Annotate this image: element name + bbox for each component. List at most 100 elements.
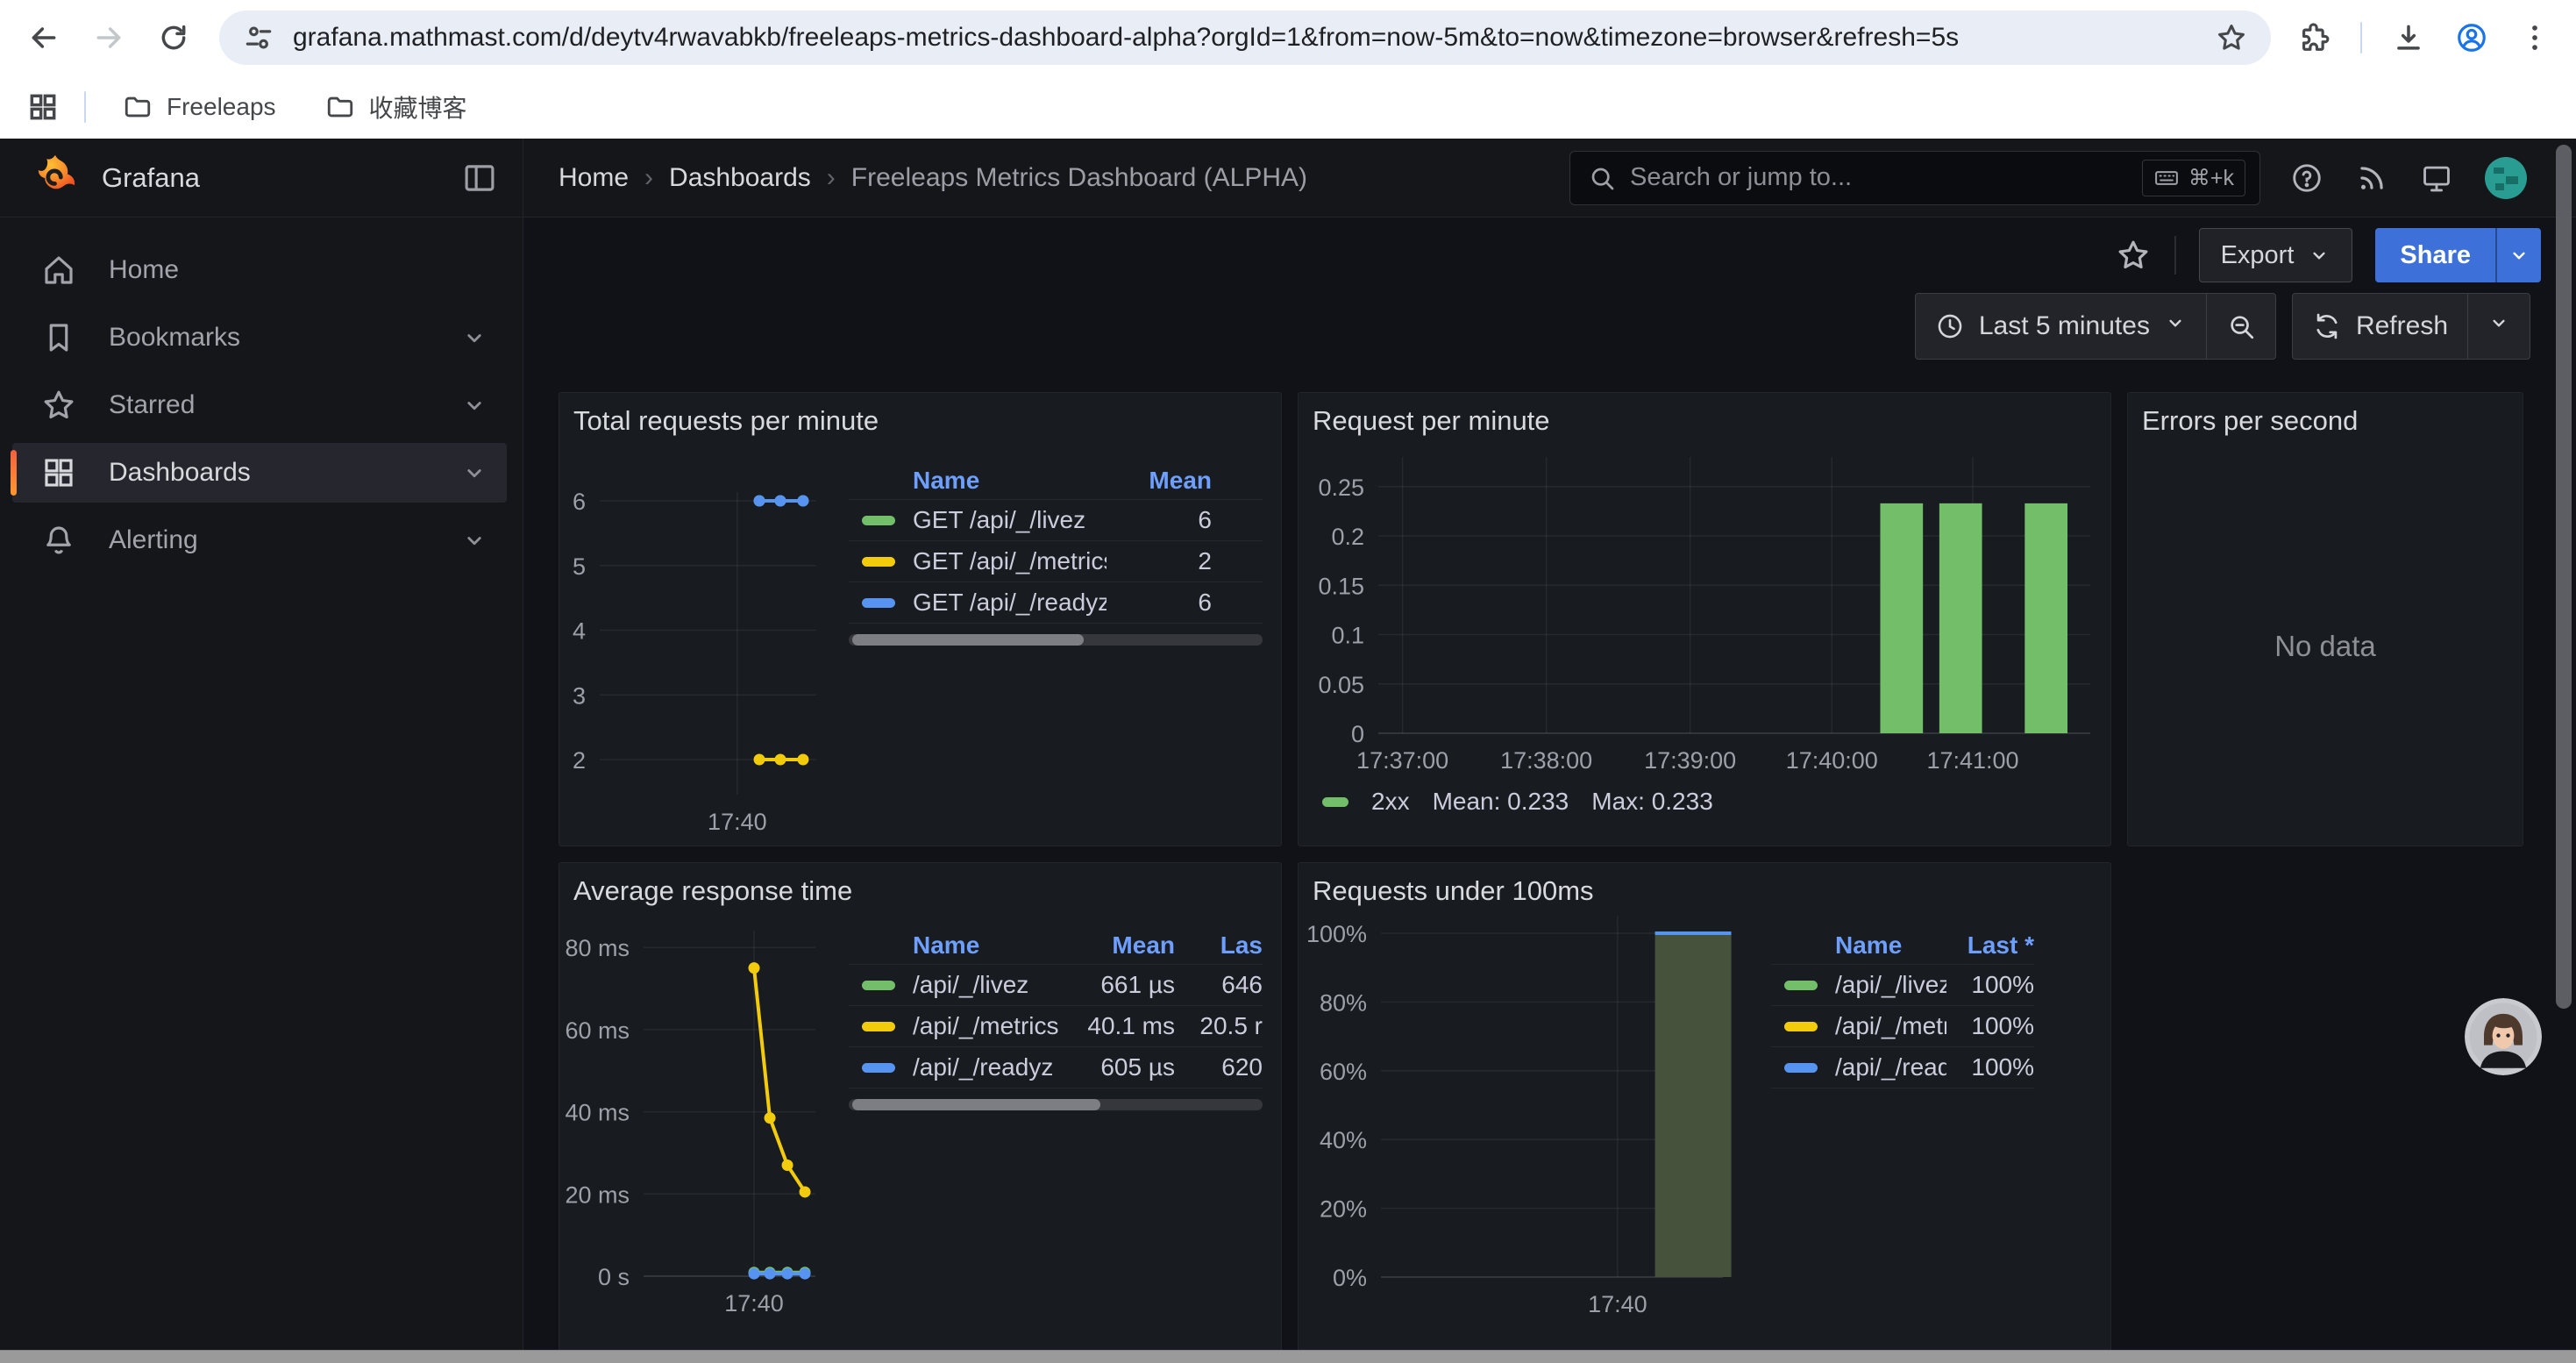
svg-text:20%: 20% — [1320, 1196, 1367, 1223]
sidebar: Grafana Home Bookmarks Starred — [0, 139, 523, 1363]
zoom-out-button[interactable] — [2206, 294, 2275, 359]
apps-grid-icon[interactable] — [26, 90, 60, 124]
svg-text:5: 5 — [573, 553, 586, 580]
profile-icon[interactable] — [2455, 21, 2488, 54]
page-scrollbar[interactable] — [2556, 145, 2572, 1009]
site-info-icon[interactable] — [242, 21, 275, 54]
svg-text:17:40:00: 17:40:00 — [1786, 747, 1878, 774]
bookmark-icon — [40, 319, 77, 356]
reload-icon[interactable] — [154, 18, 193, 57]
table-row[interactable]: /api/_/livez 661 µs 646 — [849, 965, 1263, 1006]
table-row[interactable]: /api/_/readyz 100% — [1771, 1047, 2034, 1088]
bookmark-folder-blogs[interactable]: 收藏博客 — [313, 82, 480, 132]
refresh-group: Refresh — [2292, 293, 2530, 360]
sidebar-item-starred[interactable]: Starred — [12, 375, 507, 435]
top-navbar: Home › Dashboards › Freeleaps Metrics Da… — [523, 139, 2576, 218]
bookmark-star-icon[interactable] — [2215, 21, 2248, 54]
col-header-last[interactable]: Last * — [1946, 931, 2034, 960]
rss-icon[interactable] — [2355, 161, 2388, 195]
search-input[interactable] — [1630, 163, 2128, 192]
col-header-name[interactable]: Name — [913, 467, 1107, 495]
forward-icon — [89, 18, 128, 57]
window-bottom-scrollbar[interactable] — [0, 1350, 2576, 1363]
table-row[interactable]: /api/_/metrics 40.1 ms 20.5 r — [849, 1006, 1263, 1047]
panel-request-per-minute[interactable]: Request per minute 00.050.10.150.20.2517… — [1298, 392, 2111, 846]
user-avatar[interactable] — [2485, 157, 2527, 199]
dashboards-icon — [40, 454, 77, 491]
series-swatch — [862, 557, 895, 567]
svg-text:17:40: 17:40 — [1588, 1291, 1647, 1317]
panel-total-requests[interactable]: Total requests per minute 6543217:40 Nam… — [559, 392, 1282, 846]
breadcrumb-current: Freeleaps Metrics Dashboard (ALPHA) — [851, 163, 1307, 193]
menu-kebab-icon[interactable] — [2518, 21, 2551, 54]
svg-text:100%: 100% — [1306, 921, 1367, 947]
share-split-button: Share — [2375, 228, 2541, 282]
table-row[interactable]: /api/_/metrics 100% — [1771, 1006, 2034, 1047]
main-area: Home › Dashboards › Freeleaps Metrics Da… — [523, 139, 2576, 1363]
table-row[interactable]: GET /api/_/readyz 6 — [849, 582, 1263, 624]
back-icon[interactable] — [25, 18, 63, 57]
table-row[interactable]: GET /api/_/metrics 2 — [849, 541, 1263, 582]
sidebar-item-alerting[interactable]: Alerting — [12, 510, 507, 570]
svg-text:17:40: 17:40 — [708, 809, 767, 835]
help-icon[interactable] — [2290, 161, 2323, 195]
time-range-button[interactable]: Last 5 minutes — [1916, 294, 2206, 359]
chart-legend[interactable]: 2xx Mean: 0.233 Max: 0.233 — [1322, 788, 1713, 816]
assistant-avatar[interactable] — [2465, 998, 2542, 1075]
breadcrumb-home[interactable]: Home — [559, 163, 629, 193]
time-controls: Last 5 minutes Refresh — [523, 293, 2576, 381]
table-scrollbar[interactable] — [849, 634, 1263, 646]
export-button[interactable]: Export — [2199, 228, 2353, 282]
panel-title[interactable]: Errors per second — [2142, 405, 2358, 437]
share-button[interactable]: Share — [2375, 228, 2495, 282]
url-bar[interactable]: grafana.mathmast.com/d/deytv4rwavabkb/fr… — [219, 11, 2271, 65]
sidebar-item-bookmarks[interactable]: Bookmarks — [12, 308, 507, 368]
col-header-mean[interactable]: Mean — [1107, 467, 1212, 495]
refresh-interval-button[interactable] — [2467, 294, 2530, 359]
table-row[interactable]: /api/_/livez 100% — [1771, 965, 2034, 1006]
svg-text:20 ms: 20 ms — [565, 1181, 630, 1208]
breadcrumb-dashboards[interactable]: Dashboards — [669, 163, 811, 193]
col-header-mean[interactable]: Mean — [1070, 931, 1175, 960]
collapse-sidebar-icon[interactable] — [461, 160, 498, 196]
series-swatch — [1784, 1022, 1818, 1031]
panel-errors-per-second[interactable]: Errors per second No data — [2127, 392, 2523, 846]
monitor-icon[interactable] — [2420, 161, 2453, 195]
svg-text:2: 2 — [573, 747, 586, 774]
sidebar-item-dashboards[interactable]: Dashboards — [12, 443, 507, 503]
no-data-message: No data — [2128, 630, 2523, 663]
table-scrollbar[interactable] — [849, 1099, 1263, 1110]
chevron-down-icon — [461, 527, 487, 553]
col-header-last[interactable]: Las — [1175, 931, 1263, 960]
bell-icon — [40, 522, 77, 559]
chevron-down-icon — [2508, 244, 2530, 267]
star-dashboard-icon[interactable] — [2115, 237, 2152, 274]
table-row[interactable]: /api/_/readyz 605 µs 620 — [849, 1047, 1263, 1088]
sidebar-item-home[interactable]: Home — [12, 240, 507, 300]
table-row[interactable]: GET /api/_/livez 6 — [849, 500, 1263, 541]
chevron-down-icon — [2308, 244, 2330, 267]
panel-requests-under-100ms[interactable]: Requests under 100ms 0%20%40%60%80%100%1… — [1298, 862, 2111, 1363]
col-header-name[interactable]: Name — [913, 931, 1070, 960]
url-input[interactable]: grafana.mathmast.com/d/deytv4rwavabkb/fr… — [293, 23, 2197, 53]
grafana-logo[interactable] — [30, 153, 81, 203]
bookmark-folder-freeleaps[interactable]: Freeleaps — [110, 85, 288, 129]
series-swatch — [1784, 981, 1818, 990]
extensions-icon[interactable] — [2297, 21, 2330, 54]
svg-text:17:39:00: 17:39:00 — [1644, 747, 1736, 774]
shortcut-badge: ⌘+k — [2142, 160, 2245, 196]
share-menu-button[interactable] — [2495, 228, 2541, 282]
topnav-icons — [2290, 157, 2527, 199]
download-icon[interactable] — [2392, 21, 2425, 54]
chevron-down-icon — [461, 325, 487, 351]
series-swatch — [1784, 1063, 1818, 1073]
panel-average-response-time[interactable]: Average response time 0 s20 ms40 ms60 ms… — [559, 862, 1282, 1363]
search-box[interactable]: ⌘+k — [1569, 151, 2260, 205]
home-icon — [40, 252, 77, 289]
svg-text:0.05: 0.05 — [1318, 672, 1364, 698]
series-swatch — [862, 516, 895, 525]
chevron-down-icon — [461, 392, 487, 418]
bookmarks-bar: Freeleaps 收藏博客 — [0, 75, 2576, 139]
refresh-button[interactable]: Refresh — [2293, 294, 2467, 359]
col-header-name[interactable]: Name — [1835, 931, 1946, 960]
